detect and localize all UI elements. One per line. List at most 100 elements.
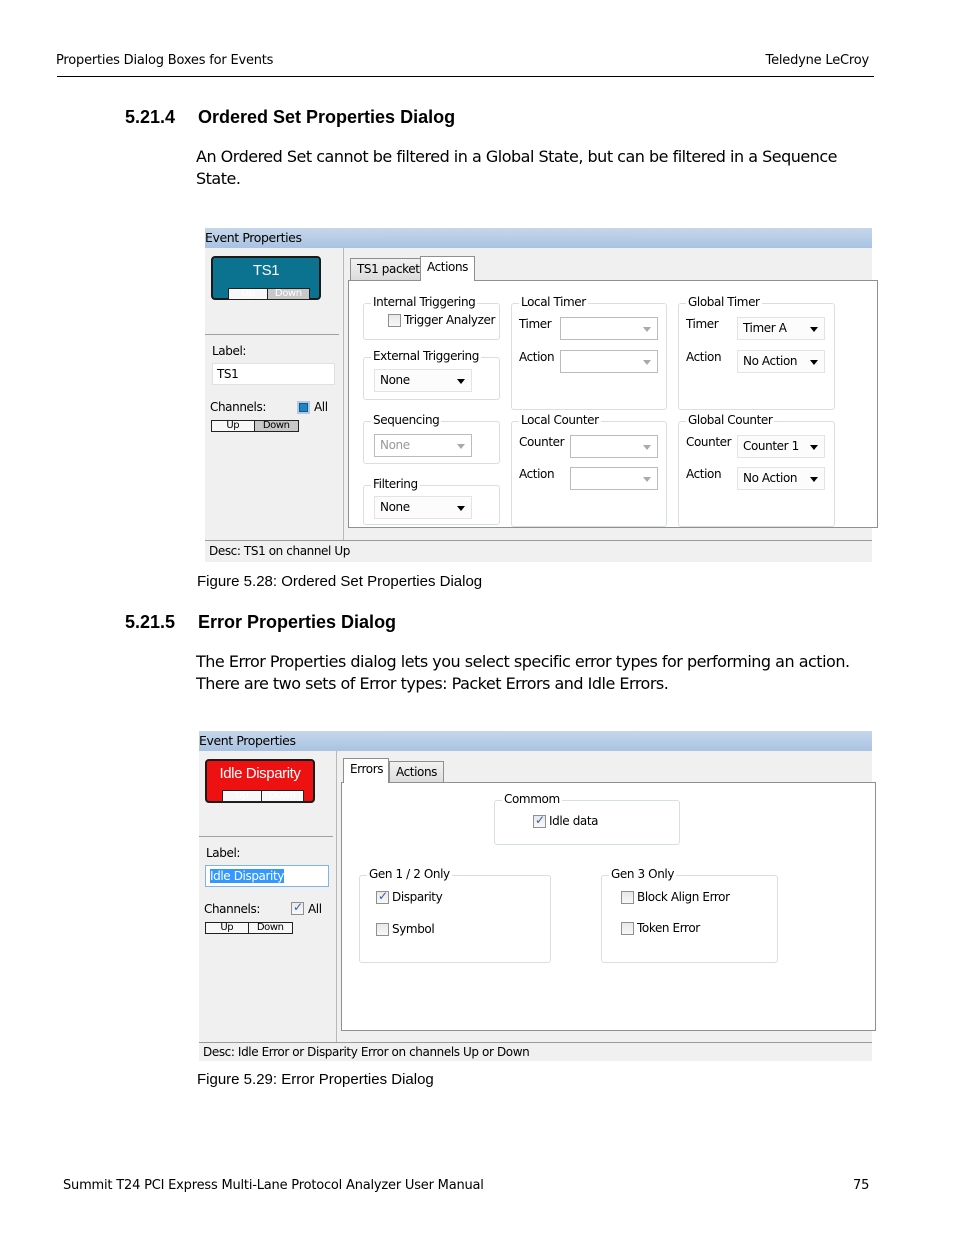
- block-align-error-checkbox[interactable]: [621, 891, 634, 904]
- section-body-line: The Error Properties dialog lets you sel…: [196, 652, 850, 671]
- down-button[interactable]: Down: [267, 289, 309, 299]
- up-button[interactable]: Up: [229, 289, 268, 299]
- common-group: Commom Idle data: [494, 792, 680, 845]
- group-title: Global Timer: [686, 295, 762, 309]
- all-channels-checkbox[interactable]: [297, 401, 310, 414]
- selected-text: Idle Disparity: [210, 869, 284, 883]
- global-timer-group: Global Timer Timer Timer A Action No Act…: [678, 295, 835, 410]
- right-pane: Errors Actions Commom Idle data Gen 1 / …: [338, 751, 876, 1043]
- chevron-down-icon: [457, 444, 465, 449]
- separator: [205, 334, 339, 335]
- token-error-label: Token Error: [637, 921, 700, 935]
- section-title: Ordered Set Properties Dialog: [198, 107, 456, 127]
- chevron-down-icon: [810, 327, 818, 332]
- timer-label: Timer: [519, 317, 552, 331]
- sequencing-select[interactable]: None: [374, 434, 472, 457]
- event-badge[interactable]: TS1 Up Down: [211, 256, 321, 300]
- symbol-checkbox[interactable]: [376, 923, 389, 936]
- gen3-group: Gen 3 Only Block Align Error Token Error: [601, 867, 778, 963]
- label-caption: Label:: [212, 344, 247, 358]
- figure-caption: Figure 5.28: Ordered Set Properties Dial…: [197, 573, 483, 590]
- group-title: Commom: [502, 792, 562, 806]
- external-triggering-select[interactable]: None: [374, 369, 472, 392]
- local-counter-action-select[interactable]: [570, 467, 658, 490]
- select-value: Counter 1: [743, 439, 799, 453]
- internal-triggering-group: Internal Triggering Trigger Analyzer: [363, 295, 500, 340]
- error-properties-dialog: Event Properties Idle Disparity Up Down …: [199, 731, 876, 1061]
- section-body-line: There are two sets of Error types: Packe…: [196, 674, 669, 693]
- group-title: External Triggering: [371, 349, 481, 363]
- chevron-down-icon: [643, 327, 651, 332]
- idle-data-checkbox[interactable]: [533, 813, 546, 828]
- gen12-group: Gen 1 / 2 Only Disparity Symbol: [359, 867, 551, 963]
- global-counter-action-select[interactable]: No Action: [737, 467, 825, 490]
- page-header-left: Properties Dialog Boxes for Events: [56, 53, 274, 68]
- global-timer-action-select[interactable]: No Action: [737, 350, 825, 373]
- separator: [199, 836, 333, 837]
- description-bar: Desc: TS1 on channel Up: [205, 540, 872, 562]
- page-header-right: Teledyne LeCroy: [765, 53, 870, 68]
- label-input[interactable]: Idle Disparity: [205, 865, 329, 887]
- local-timer-action-select[interactable]: [560, 350, 658, 373]
- action-label: Action: [519, 467, 555, 481]
- local-timer-select[interactable]: [560, 317, 658, 340]
- chevron-down-icon: [810, 360, 818, 365]
- group-title: Local Timer: [519, 295, 588, 309]
- select-value: None: [380, 500, 410, 514]
- global-counter-group: Global Counter Counter Counter 1 Action …: [678, 413, 835, 527]
- chevron-down-icon: [457, 379, 465, 384]
- action-label: Action: [519, 350, 555, 364]
- disparity-label: Disparity: [392, 890, 443, 904]
- global-timer-select[interactable]: Timer A: [737, 317, 825, 340]
- dialog-title: Event Properties: [205, 228, 872, 248]
- section-number: 5.21.4: [125, 107, 176, 127]
- label-input[interactable]: TS1: [212, 363, 335, 385]
- section-body-line: State.: [196, 169, 241, 188]
- event-name: TS1: [252, 262, 280, 279]
- group-title: Global Counter: [686, 413, 775, 427]
- chevron-down-icon: [810, 477, 818, 482]
- all-label: All: [314, 400, 328, 414]
- all-channels-checkbox[interactable]: [291, 900, 304, 915]
- local-counter-group: Local Counter Counter Action: [511, 413, 667, 527]
- disparity-checkbox[interactable]: [376, 889, 389, 904]
- select-value: None: [380, 373, 410, 387]
- tab-ts1-packet[interactable]: TS1 packet: [350, 258, 427, 280]
- label-caption: Label:: [206, 846, 241, 860]
- right-pane: TS1 packet Actions Internal Triggering T…: [345, 248, 878, 542]
- header-rule: [57, 76, 874, 77]
- group-title: Internal Triggering: [371, 295, 478, 309]
- local-counter-select[interactable]: [570, 435, 658, 458]
- event-badge[interactable]: Idle Disparity Up Down: [205, 759, 315, 803]
- event-name: Idle Disparity: [219, 765, 301, 782]
- ordered-set-dialog: Event Properties TS1 Up Down Label: TS1 …: [205, 228, 878, 562]
- dialog-title: Event Properties: [199, 731, 872, 751]
- down-button[interactable]: Down: [248, 923, 292, 933]
- tab-errors[interactable]: Errors: [343, 758, 389, 783]
- filtering-select[interactable]: None: [374, 496, 472, 519]
- tab-actions[interactable]: Actions: [420, 256, 476, 281]
- token-error-checkbox[interactable]: [621, 922, 634, 935]
- trigger-analyzer-checkbox[interactable]: [388, 314, 401, 327]
- tab-content: Commom Idle data Gen 1 / 2 Only Disparit…: [341, 782, 876, 1031]
- group-title: Local Counter: [519, 413, 601, 427]
- select-value: No Action: [743, 471, 798, 485]
- figure-caption: Figure 5.29: Error Properties Dialog: [197, 1071, 434, 1088]
- counter-label: Counter: [519, 435, 565, 449]
- chevron-down-icon: [643, 477, 651, 482]
- down-button[interactable]: Down: [254, 421, 298, 431]
- chevron-down-icon: [643, 445, 651, 450]
- up-button[interactable]: Up: [206, 923, 249, 933]
- group-title: Sequencing: [371, 413, 442, 427]
- channels-caption: Channels:: [204, 902, 260, 916]
- up-button[interactable]: Up: [212, 421, 255, 431]
- tab-actions[interactable]: Actions: [389, 761, 445, 783]
- trigger-analyzer-label: Trigger Analyzer: [404, 313, 496, 327]
- group-title: Gen 1 / 2 Only: [367, 867, 452, 881]
- up-button[interactable]: Up: [223, 791, 262, 801]
- symbol-label: Symbol: [392, 922, 435, 936]
- global-counter-select[interactable]: Counter 1: [737, 435, 825, 458]
- chevron-down-icon: [810, 445, 818, 450]
- down-button[interactable]: Down: [261, 791, 303, 801]
- left-pane: TS1 Up Down Label: TS1 Channels: All Up …: [205, 248, 344, 542]
